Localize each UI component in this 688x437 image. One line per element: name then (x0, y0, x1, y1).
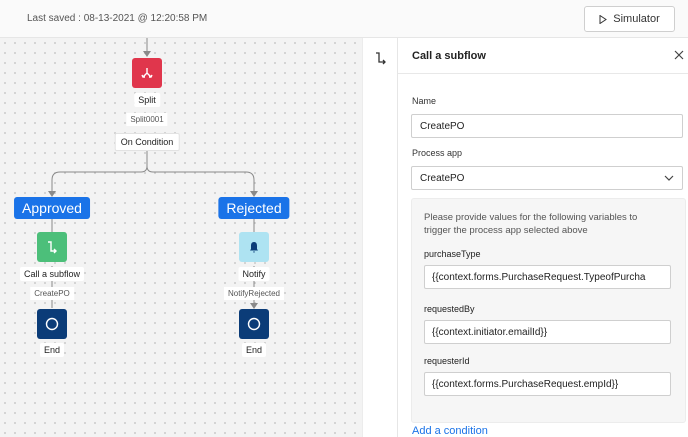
subflow-id: CreatePO (30, 287, 74, 300)
name-field[interactable]: CreatePO (411, 114, 683, 138)
play-icon (599, 14, 608, 24)
notify-node[interactable] (239, 232, 269, 262)
variables-instructions: Please provide values for the following … (424, 212, 638, 236)
close-icon[interactable] (674, 50, 684, 60)
notify-label: Notify (238, 267, 270, 281)
simulator-button[interactable]: Simulator (584, 6, 675, 32)
top-bar: Last saved : 08-13-2021 @ 12:20:58 PM Si… (0, 0, 688, 38)
split-node[interactable] (132, 58, 162, 88)
process-app-value: CreatePO (420, 172, 465, 184)
last-saved-text: Last saved : 08-13-2021 @ 12:20:58 PM (27, 13, 208, 24)
process-app-select[interactable]: CreatePO (411, 166, 683, 190)
variable-input-requesterid[interactable]: {{context.forms.PurchaseRequest.empId}} (424, 372, 671, 396)
variable-input-purchasetype[interactable]: {{context.forms.PurchaseRequest.TypeofPu… (424, 265, 671, 289)
panel-title: Call a subflow (412, 50, 486, 62)
split-icon (141, 68, 153, 78)
variable-input-requestedby[interactable]: {{context.initiator.emailId}} (424, 320, 671, 344)
end-label-rejected: End (241, 343, 267, 357)
end-node-approved[interactable] (37, 309, 67, 339)
add-condition-link[interactable]: Add a condition (412, 425, 488, 437)
name-label: Name (412, 96, 437, 106)
subflow-node[interactable] (37, 232, 67, 262)
variables-box: Please provide values for the following … (411, 198, 686, 423)
chevron-down-icon (664, 175, 674, 181)
subflow-icon (48, 241, 57, 254)
flow-canvas[interactable]: Split Split0001 On Condition Approved Re… (0, 38, 362, 437)
end-circle-icon (45, 317, 59, 331)
variable-label: requesterId (424, 356, 470, 366)
variable-label: purchaseType (424, 249, 481, 259)
notify-id: NotifyRejected (223, 287, 285, 300)
panel-icon-strip (362, 38, 398, 437)
simulator-label: Simulator (613, 13, 660, 25)
branch-approved[interactable]: Approved (14, 197, 90, 219)
split-label: Split (134, 93, 160, 107)
split-id: Split0001 (126, 113, 168, 126)
end-node-rejected[interactable] (239, 309, 269, 339)
subflow-icon[interactable] (373, 50, 389, 66)
branch-rejected[interactable]: Rejected (218, 197, 290, 219)
properties-panel: Call a subflow Name CreatePO Process app… (398, 38, 688, 437)
subflow-label: Call a subflow (19, 267, 85, 281)
panel-header: Call a subflow (398, 38, 688, 74)
end-label-approved: End (39, 343, 65, 357)
end-circle-icon (247, 317, 261, 331)
process-app-label: Process app (412, 148, 463, 158)
variable-label: requestedBy (424, 304, 475, 314)
bell-icon (250, 242, 258, 253)
condition-label[interactable]: On Condition (114, 133, 180, 151)
